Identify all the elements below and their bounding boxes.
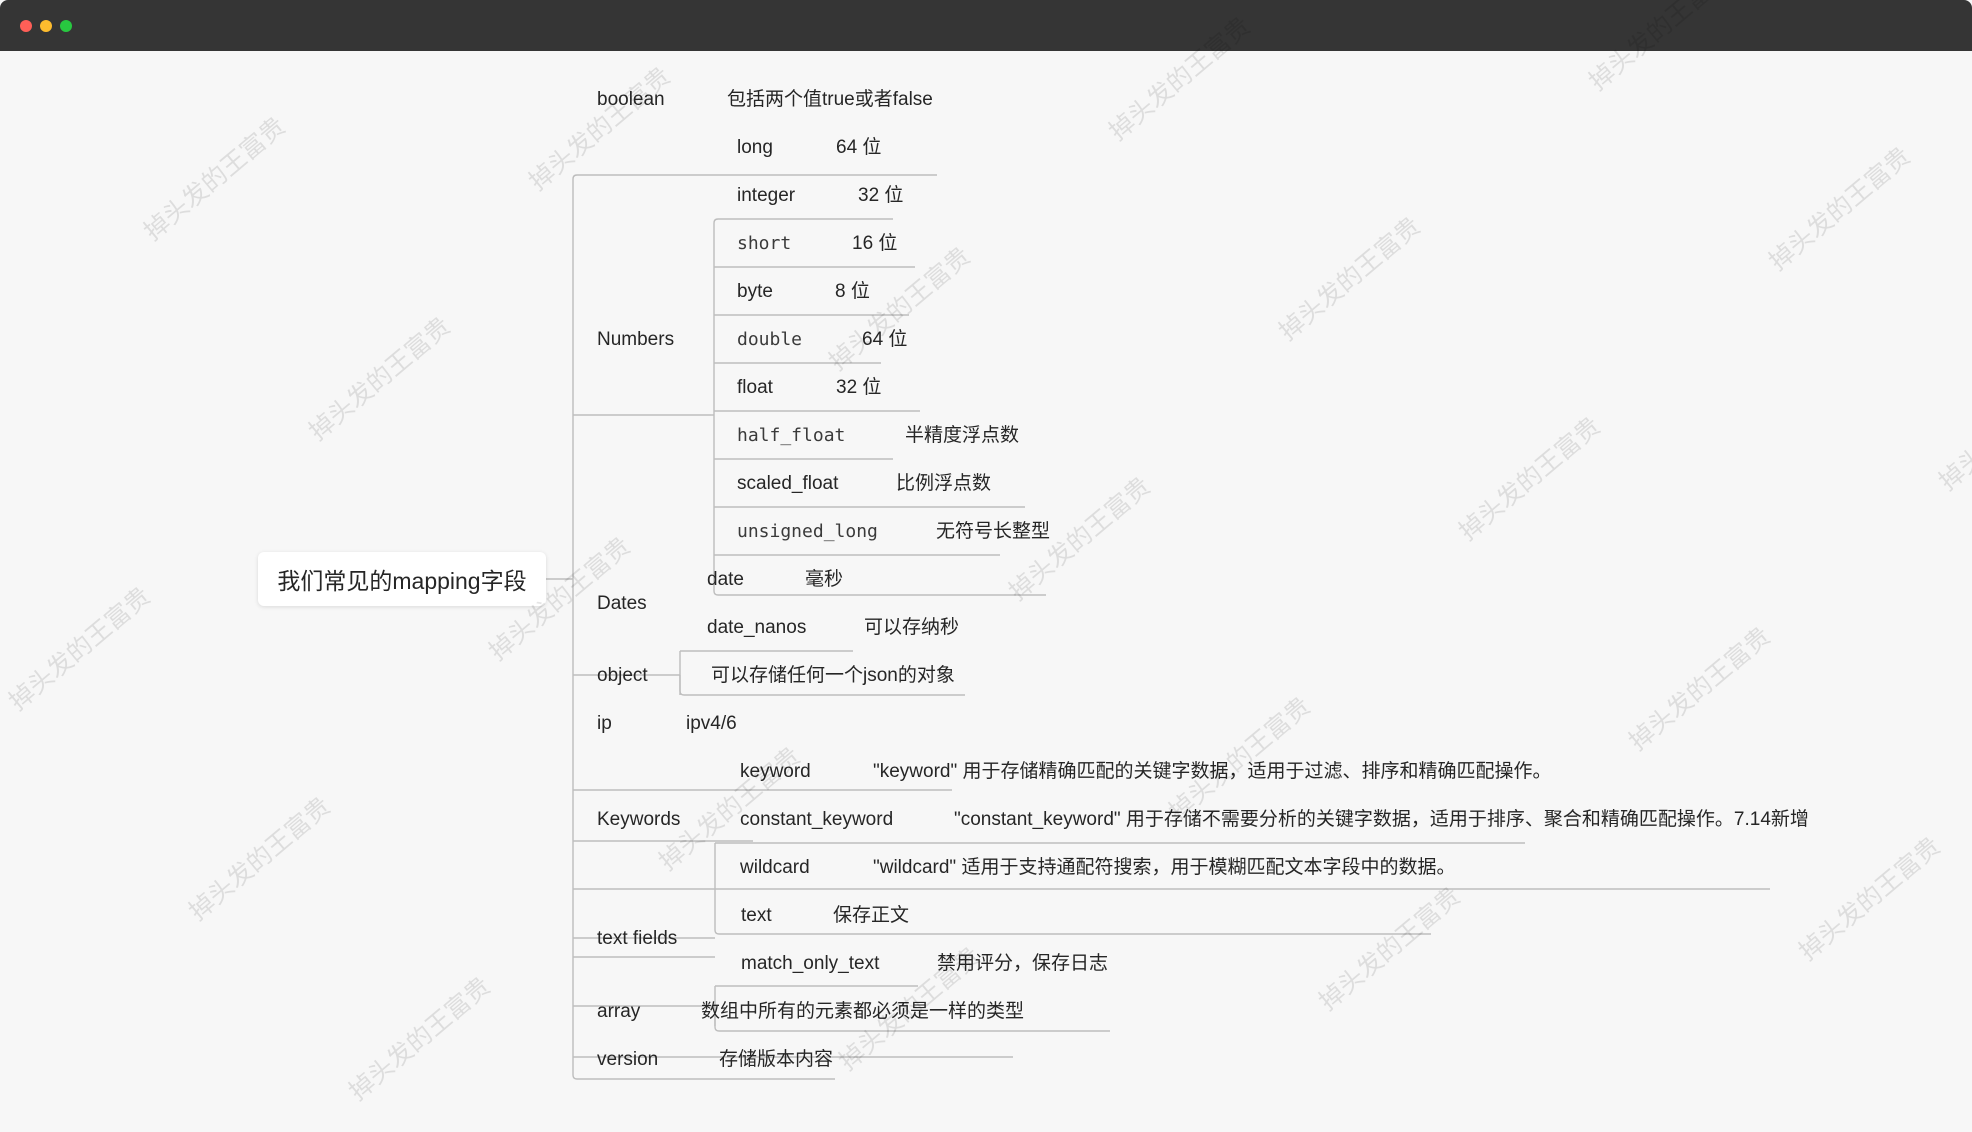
node-text[interactable]: text [741, 904, 772, 928]
node-text-desc[interactable]: 保存正文 [833, 904, 909, 928]
node-keyword-desc[interactable]: "keyword" 用于存储精确匹配的关键字数据，适用于过滤、排序和精确匹配操作… [873, 760, 1552, 784]
app-window: 我们常见的mapping字段 boolean 包括两个值true或者false … [0, 0, 1972, 1132]
node-version-desc[interactable]: 存储版本内容 [719, 1048, 833, 1072]
node-ip[interactable]: ip [597, 712, 612, 736]
node-byte[interactable]: byte [737, 280, 773, 304]
node-integer-desc[interactable]: 32 位 [858, 184, 903, 208]
node-array-desc[interactable]: 数组中所有的元素都必须是一样的类型 [701, 1000, 1024, 1024]
node-match-only-text-desc[interactable]: 禁用评分，保存日志 [937, 952, 1108, 976]
node-boolean[interactable]: boolean [597, 88, 665, 112]
node-double[interactable]: double [737, 328, 802, 352]
node-object[interactable]: object [597, 664, 648, 688]
node-float-desc[interactable]: 32 位 [836, 376, 881, 400]
node-long-desc[interactable]: 64 位 [836, 136, 881, 160]
minimize-window-button[interactable] [40, 20, 52, 32]
maximize-window-button[interactable] [60, 20, 72, 32]
node-wildcard[interactable]: wildcard [740, 856, 810, 880]
node-date-nanos[interactable]: date_nanos [707, 616, 806, 640]
node-scaled-float[interactable]: scaled_float [737, 472, 838, 496]
node-long[interactable]: long [737, 136, 773, 160]
node-date-desc[interactable]: 毫秒 [805, 568, 843, 592]
node-short-desc[interactable]: 16 位 [852, 232, 897, 256]
node-date-nanos-desc[interactable]: 可以存纳秒 [864, 616, 959, 640]
close-window-button[interactable] [20, 20, 32, 32]
node-double-desc[interactable]: 64 位 [862, 328, 907, 352]
node-keyword[interactable]: keyword [740, 760, 811, 784]
node-constant-keyword-desc[interactable]: "constant_keyword" 用于存储不需要分析的关键字数据，适用于排序… [954, 808, 1809, 832]
node-ip-desc[interactable]: ipv4/6 [686, 712, 737, 736]
node-match-only-text[interactable]: match_only_text [741, 952, 879, 976]
node-text-fields[interactable]: text fields [597, 927, 677, 951]
node-half-float-desc[interactable]: 半精度浮点数 [905, 424, 1019, 448]
node-scaled-float-desc[interactable]: 比例浮点数 [896, 472, 991, 496]
node-byte-desc[interactable]: 8 位 [835, 280, 870, 304]
node-unsigned-long[interactable]: unsigned_long [737, 520, 878, 544]
node-constant-keyword[interactable]: constant_keyword [740, 808, 893, 832]
mindmap-canvas[interactable]: 我们常见的mapping字段 boolean 包括两个值true或者false … [0, 0, 1972, 1132]
title-bar [0, 0, 1972, 51]
node-wildcard-desc[interactable]: "wildcard" 适用于支持通配符搜索，用于模糊匹配文本字段中的数据。 [873, 856, 1455, 880]
node-short[interactable]: short [737, 232, 791, 256]
node-date[interactable]: date [707, 568, 744, 592]
mindmap-root-node[interactable]: 我们常见的mapping字段 [258, 552, 546, 606]
node-half-float[interactable]: half_float [737, 424, 845, 448]
root-label: 我们常见的mapping字段 [277, 568, 527, 594]
node-boolean-desc[interactable]: 包括两个值true或者false [727, 88, 933, 112]
node-integer[interactable]: integer [737, 184, 795, 208]
node-object-desc[interactable]: 可以存储任何一个json的对象 [711, 664, 955, 688]
node-version[interactable]: version [597, 1048, 658, 1072]
node-float[interactable]: float [737, 376, 773, 400]
node-array[interactable]: array [597, 1000, 640, 1024]
node-unsigned-long-desc[interactable]: 无符号长整型 [936, 520, 1050, 544]
node-dates[interactable]: Dates [597, 592, 647, 616]
node-numbers[interactable]: Numbers [597, 328, 674, 352]
node-keywords[interactable]: Keywords [597, 808, 680, 832]
